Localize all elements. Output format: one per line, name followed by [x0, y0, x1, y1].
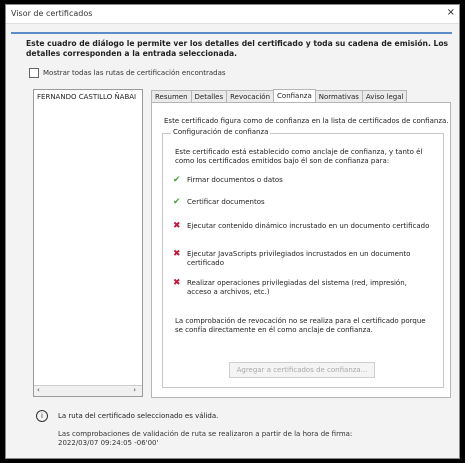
permission-system-ops: ✖ Realizar operaciones privilegiadas del… — [173, 279, 433, 297]
validation-note-text: Las comprobaciones de validación de ruta… — [58, 430, 353, 438]
title-bar: Visor de certificados × — [6, 5, 459, 24]
permission-sign: ✔ Firmar documentos o datos — [173, 176, 433, 185]
revocation-note: La comprobación de revocación no se real… — [175, 317, 426, 334]
permission-label: Ejecutar JavaScripts privilegiados incru… — [187, 250, 411, 267]
screenshot-frame: Visor de certificados × Este cuadro de d… — [0, 0, 465, 463]
scroll-left-icon[interactable]: ‹ — [37, 386, 40, 394]
path-valid-text: La ruta del certificado seleccionado es … — [58, 412, 219, 420]
permission-label: Realizar operaciones privilegiadas del s… — [187, 279, 407, 296]
cross-icon: ✖ — [173, 278, 181, 288]
permission-certify: ✔ Certificar documentos — [173, 198, 433, 207]
certificate-path-tree[interactable]: FERNANDO CASTILLO ÑABAI ‹ › — [33, 89, 143, 397]
check-icon: ✔ — [173, 175, 181, 185]
permission-label: Firmar documentos o datos — [187, 176, 283, 184]
permission-label: Certificar documentos — [187, 198, 265, 206]
certificate-viewer-window: Visor de certificados × Este cuadro de d… — [5, 4, 460, 459]
permission-dynamic-content: ✖ Ejecutar contenido dinámico incrustado… — [173, 222, 433, 231]
trust-tab-pane: Este certificado figura como de confianz… — [151, 102, 451, 398]
intro-text: Este cuadro de diálogo le permite ver lo… — [26, 39, 449, 58]
horizontal-scrollbar[interactable]: ‹ › — [34, 385, 142, 396]
cross-icon: ✖ — [173, 221, 181, 231]
close-icon[interactable]: × — [447, 7, 455, 18]
permission-label: Ejecutar contenido dinámico incrustado e… — [187, 222, 430, 230]
trust-settings-group: Configuración de confianza Este certific… — [162, 128, 444, 388]
show-all-paths-label: Mostrar todas las rutas de certificación… — [43, 69, 226, 77]
tab-confianza[interactable]: Confianza — [273, 89, 316, 103]
add-to-trusted-button[interactable]: Agregar a certificados de confianza... — [229, 362, 375, 378]
trust-settings-title: Configuración de confianza — [171, 128, 271, 136]
trust-intro: Este certificado figura como de confianz… — [164, 117, 449, 125]
tree-item-certificate[interactable]: FERNANDO CASTILLO ÑABAI — [37, 93, 136, 101]
show-all-paths-row[interactable]: Mostrar todas las rutas de certificación… — [29, 68, 226, 78]
check-icon: ✔ — [173, 197, 181, 207]
window-title: Visor de certificados — [11, 9, 93, 18]
info-icon: i — [36, 410, 48, 422]
scroll-right-icon[interactable]: › — [133, 386, 136, 394]
show-all-paths-checkbox[interactable] — [29, 68, 39, 78]
header-divider — [11, 32, 452, 34]
trust-description: Este certificado está establecido como a… — [175, 148, 423, 165]
permission-javascript: ✖ Ejecutar JavaScripts privilegiados inc… — [173, 250, 433, 268]
validation-time: 2022/03/07 09:24:05 -06'00' — [58, 439, 159, 447]
validation-note: Las comprobaciones de validación de ruta… — [58, 430, 448, 448]
cross-icon: ✖ — [173, 249, 181, 259]
path-status: i La ruta del certificado seleccionado e… — [36, 410, 218, 422]
